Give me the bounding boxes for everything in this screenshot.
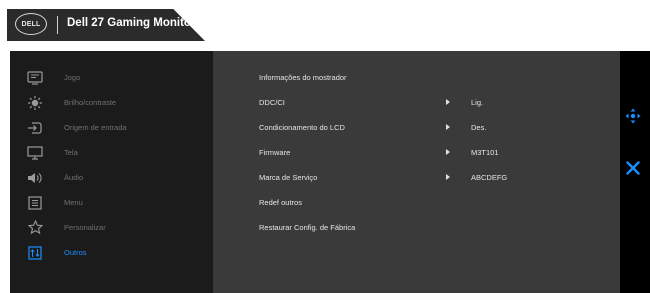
menu-icon (27, 195, 43, 211)
star-icon (27, 220, 43, 236)
option-label: Marca de Serviço (259, 173, 318, 182)
option-firmware[interactable]: Firmware M3T101 (213, 140, 620, 165)
menu-item-label: Áudio (64, 173, 84, 182)
menu-item-audio[interactable]: Áudio (10, 165, 213, 190)
menu-item-jogo[interactable]: Jogo (10, 65, 213, 90)
option-label: Redef outros (259, 198, 302, 207)
chevron-right-icon (446, 99, 450, 105)
menu-item-label: Menu (64, 198, 83, 207)
option-marca-de-servico[interactable]: Marca de Serviço ABCDEFG (213, 165, 620, 190)
input-source-icon (27, 120, 43, 136)
option-condicionamento-do-lcd[interactable]: Condicionamento do LCD Des. (213, 115, 620, 140)
osd-menu: Jogo Brilho/contraste Origem de entrada … (10, 51, 650, 293)
menu-item-brilho-contraste[interactable]: Brilho/contraste (10, 90, 213, 115)
menu-item-label: Brilho/contraste (64, 98, 117, 107)
navigate-joystick-icon[interactable] (625, 108, 641, 124)
menu-item-origem-de-entrada[interactable]: Origem de entrada (10, 115, 213, 140)
brightness-icon (27, 95, 43, 111)
option-ddc-ci[interactable]: DDC/CI Lig. (213, 90, 620, 115)
option-value: Lig. (471, 98, 484, 107)
audio-icon (27, 170, 43, 186)
option-label: Informações do mostrador (259, 73, 347, 82)
display-icon (27, 145, 43, 161)
monitor-header: DELL Dell 27 Gaming Monitor (7, 9, 205, 41)
option-redef-outros[interactable]: Redef outros (213, 190, 620, 215)
menu-item-menu[interactable]: Menu (10, 190, 213, 215)
option-label: Firmware (259, 148, 291, 157)
menu-item-outros[interactable]: Outros (10, 240, 213, 265)
chevron-right-icon (446, 174, 450, 180)
option-label: Restaurar Config. de Fábrica (259, 223, 356, 232)
chevron-right-icon (446, 124, 450, 130)
chevron-right-icon (446, 149, 450, 155)
option-informacoes-do-mostrador[interactable]: Informações do mostrador (213, 65, 620, 90)
menu-item-label: Origem de entrada (64, 123, 127, 132)
option-restaurar-config-de-fabrica[interactable]: Restaurar Config. de Fábrica (213, 215, 620, 240)
menu-item-tela[interactable]: Tela (10, 140, 213, 165)
submenu-panel: Informações do mostrador DDC/CI Lig. Con… (213, 51, 620, 293)
menu-item-label: Jogo (64, 73, 81, 82)
option-value: M3T101 (471, 148, 499, 157)
option-label: DDC/CI (259, 98, 285, 107)
others-icon (27, 245, 43, 261)
close-icon[interactable] (625, 160, 641, 176)
monitor-title: Dell 27 Gaming Monitor (67, 17, 196, 29)
option-value: ABCDEFG (471, 173, 508, 182)
menu-item-personalizar[interactable]: Personalizar (10, 215, 213, 240)
option-label: Condicionamento do LCD (259, 123, 345, 132)
menu-item-label: Personalizar (64, 223, 106, 232)
header-divider (57, 16, 58, 34)
game-icon (27, 70, 43, 86)
dell-logo: DELL (15, 13, 47, 35)
main-menu: Jogo Brilho/contraste Origem de entrada … (10, 51, 213, 293)
option-value: Des. (471, 123, 487, 132)
menu-item-label: Outros (64, 248, 87, 257)
menu-item-label: Tela (64, 148, 78, 157)
